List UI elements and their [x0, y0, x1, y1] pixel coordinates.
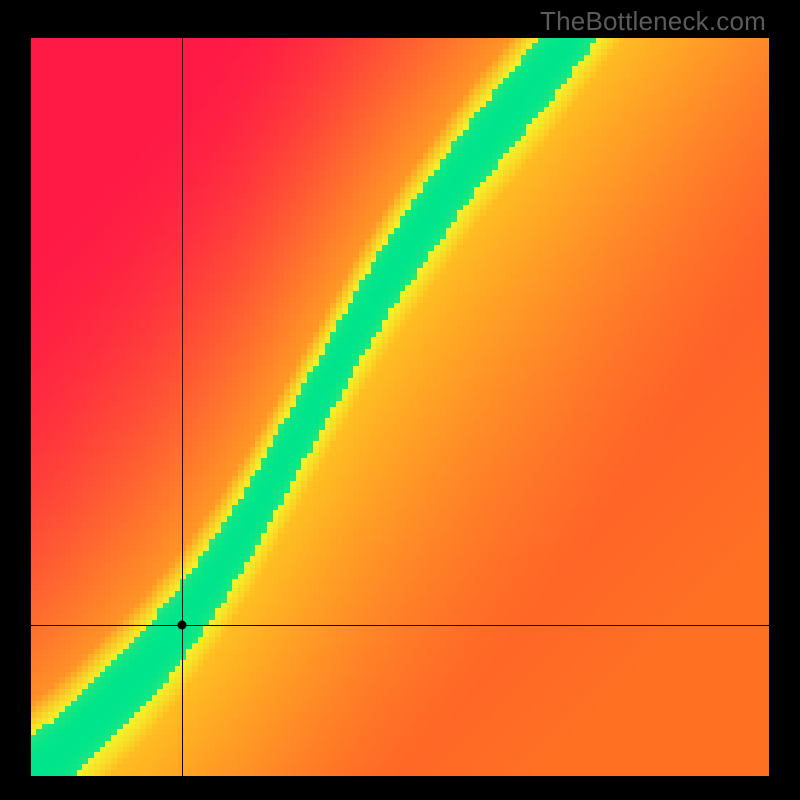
data-point-marker [178, 620, 187, 629]
crosshair-vertical [182, 38, 183, 776]
chart-frame: TheBottleneck.com [0, 0, 800, 800]
crosshair-horizontal [31, 625, 769, 626]
watermark-text: TheBottleneck.com [540, 6, 766, 37]
heatmap-canvas [31, 38, 769, 776]
heatmap-plot [31, 38, 769, 776]
